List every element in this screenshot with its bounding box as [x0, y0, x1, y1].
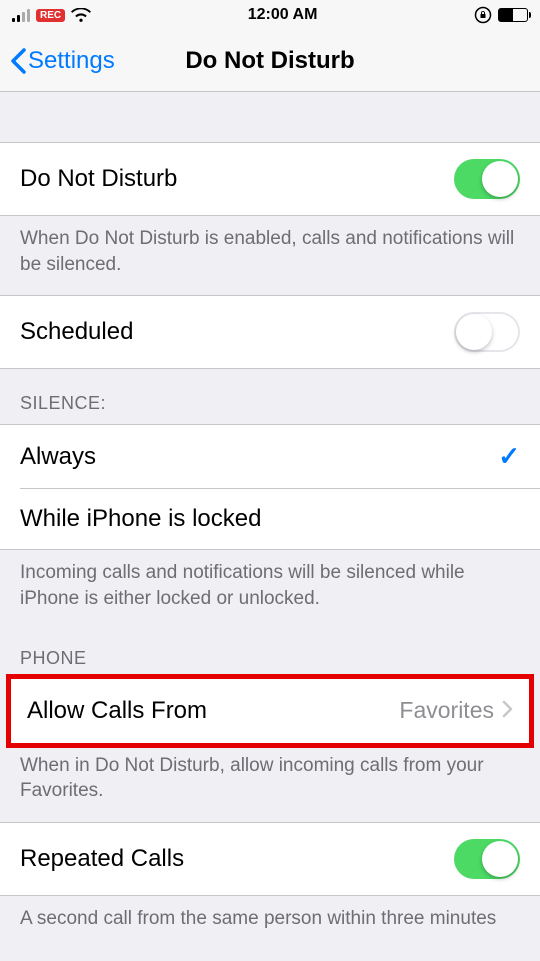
- checkmark-icon: ✓: [498, 441, 520, 472]
- allow-calls-row[interactable]: Allow Calls From Favorites: [11, 679, 529, 743]
- dnd-label: Do Not Disturb: [20, 165, 177, 193]
- allow-calls-highlight: Allow Calls From Favorites: [6, 674, 534, 748]
- battery-icon: [498, 8, 528, 22]
- repeated-calls-label: Repeated Calls: [20, 845, 184, 873]
- phone-header: PHONE: [0, 630, 540, 679]
- chevron-left-icon: [10, 48, 26, 74]
- signal-icon: [12, 8, 30, 22]
- scheduled-toggle[interactable]: [454, 312, 520, 352]
- orientation-lock-icon: [474, 6, 492, 24]
- allow-calls-value: Favorites: [399, 697, 494, 724]
- chevron-right-icon: [502, 697, 513, 724]
- repeated-calls-toggle[interactable]: [454, 839, 520, 879]
- silence-locked-row[interactable]: While iPhone is locked: [0, 489, 540, 549]
- allow-calls-footer: When in Do Not Disturb, allow incoming c…: [0, 743, 540, 822]
- silence-locked-label: While iPhone is locked: [20, 505, 261, 533]
- silence-always-label: Always: [20, 443, 96, 471]
- nav-bar: Settings Do Not Disturb: [0, 30, 540, 92]
- silence-group: Always ✓ While iPhone is locked: [0, 424, 540, 550]
- dnd-toggle[interactable]: [454, 159, 520, 199]
- silence-header: SILENCE:: [0, 369, 540, 424]
- scheduled-label: Scheduled: [20, 318, 133, 346]
- repeated-calls-footer: A second call from the same person withi…: [0, 896, 540, 932]
- silence-footer: Incoming calls and notifications will be…: [0, 550, 540, 629]
- silence-always-row[interactable]: Always ✓: [0, 425, 540, 488]
- recording-badge: REC: [36, 9, 65, 22]
- scheduled-row[interactable]: Scheduled: [0, 295, 540, 369]
- back-button[interactable]: Settings: [10, 47, 115, 75]
- dnd-toggle-row[interactable]: Do Not Disturb: [0, 142, 540, 216]
- allow-calls-label: Allow Calls From: [27, 697, 207, 725]
- repeated-calls-row[interactable]: Repeated Calls: [0, 822, 540, 896]
- status-bar: REC 12:00 AM: [0, 0, 540, 30]
- wifi-icon: [71, 8, 91, 23]
- back-label: Settings: [28, 47, 115, 75]
- status-time: 12:00 AM: [248, 6, 318, 24]
- dnd-footer: When Do Not Disturb is enabled, calls an…: [0, 216, 540, 295]
